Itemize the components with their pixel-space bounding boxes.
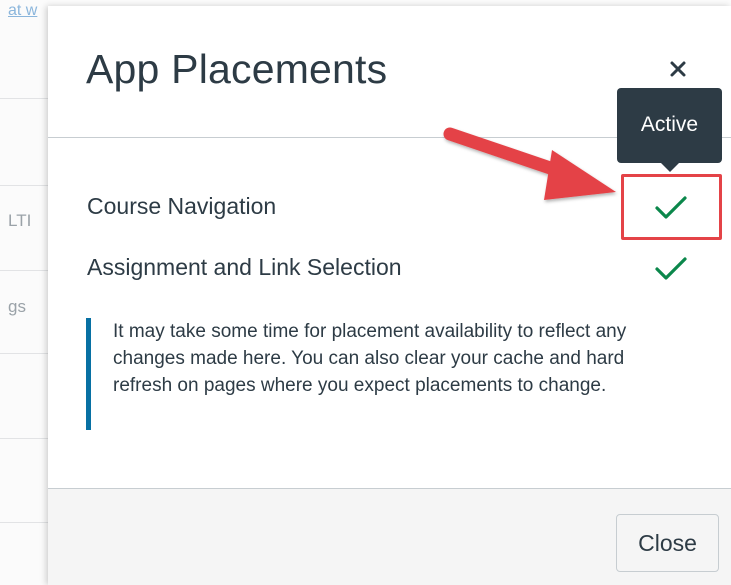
close-icon-glyph (670, 61, 686, 77)
active-tooltip: Active (617, 88, 722, 163)
annotation-arrow-icon (443, 127, 616, 200)
background-divider (0, 438, 48, 439)
background-link[interactable]: at w (8, 2, 37, 20)
modal-footer: Close (48, 488, 731, 585)
background-text-lti: LTI (8, 211, 32, 230)
placement-label-course-navigation: Course Navigation (87, 193, 277, 219)
close-icon[interactable] (665, 56, 691, 82)
tooltip-text: Active (640, 112, 699, 136)
background-divider (0, 185, 48, 186)
note-text: It may take some time for placement avai… (113, 321, 627, 396)
background-divider (0, 353, 48, 354)
background-divider (0, 522, 48, 523)
background-text-settings: gs (8, 297, 26, 316)
modal-title: App Placements (86, 46, 388, 92)
annotation-highlight-box (621, 174, 722, 240)
close-button[interactable]: Close (616, 514, 719, 572)
screenshot-stage: at w LTI gs App Placements Course Naviga… (0, 0, 731, 585)
placement-info-note: It may take some time for placement avai… (86, 318, 686, 430)
check-icon (655, 257, 687, 280)
background-divider (0, 98, 48, 99)
tooltip-caret (660, 162, 680, 172)
background-divider (0, 270, 48, 271)
placement-label-assignment-link-selection: Assignment and Link Selection (87, 254, 402, 280)
